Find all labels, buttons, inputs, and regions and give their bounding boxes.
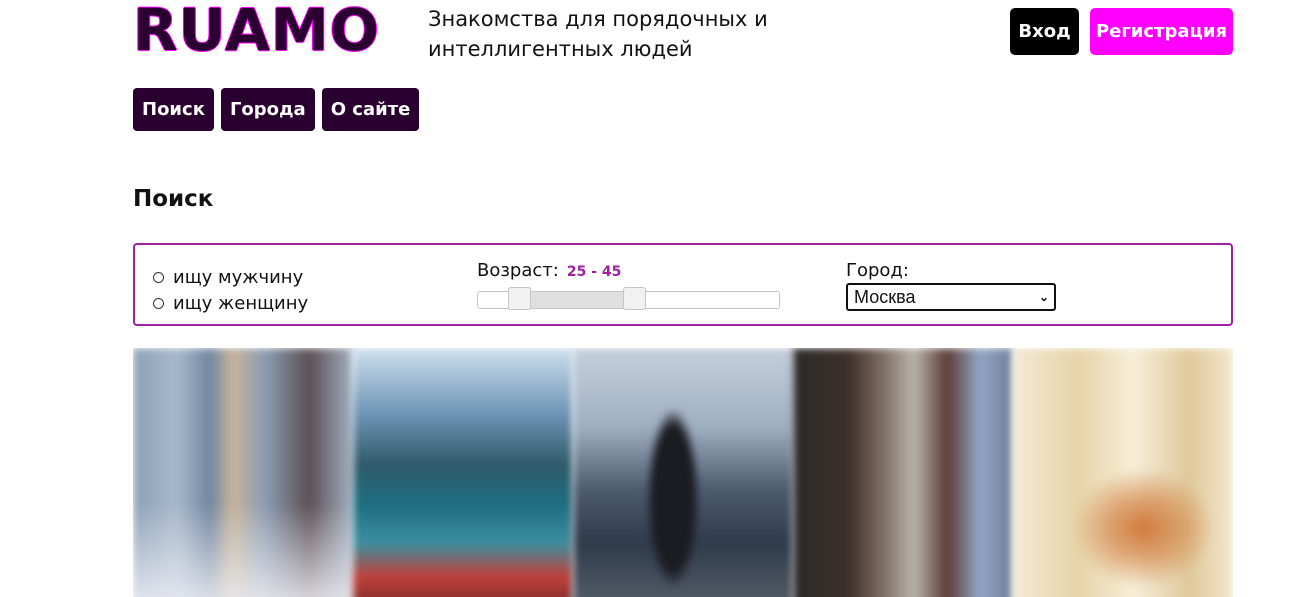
city-label: Город: bbox=[846, 260, 909, 281]
register-button[interactable]: Регистрация bbox=[1090, 8, 1233, 55]
profile-photo-2[interactable] bbox=[353, 348, 573, 597]
age-range-slider[interactable] bbox=[477, 287, 780, 310]
age-label: Возраст: bbox=[477, 260, 559, 281]
gender-options: ищу мужчину ищу женщину bbox=[153, 264, 308, 316]
age-range-value: 25 - 45 bbox=[566, 264, 622, 280]
radio-male[interactable] bbox=[153, 271, 164, 283]
gender-option-label: ищу мужчину bbox=[173, 266, 304, 288]
nav-item-about[interactable]: О сайте bbox=[321, 88, 420, 131]
login-button[interactable]: Вход bbox=[1010, 8, 1079, 55]
city-selected-value: Москва bbox=[854, 286, 916, 307]
profile-photo-5[interactable] bbox=[1013, 348, 1233, 597]
gender-option-female[interactable]: ищу женщину bbox=[153, 290, 308, 316]
nav-item-search[interactable]: Поиск bbox=[133, 88, 214, 131]
city-select[interactable]: Москва ⌄ bbox=[846, 283, 1056, 311]
gender-option-male[interactable]: ищу мужчину bbox=[153, 264, 308, 290]
profile-gallery bbox=[133, 348, 1233, 597]
age-min-handle[interactable] bbox=[508, 287, 531, 310]
profile-photo-1[interactable] bbox=[133, 348, 353, 597]
search-filter-panel: ищу мужчину ищу женщину Возраст: 25 - 45… bbox=[133, 243, 1233, 326]
chevron-down-icon: ⌄ bbox=[1038, 290, 1049, 304]
gender-option-label: ищу женщину bbox=[173, 292, 309, 314]
profile-photo-3[interactable] bbox=[573, 348, 793, 597]
site-tagline: Знакомства для порядочных и интеллигентн… bbox=[428, 7, 768, 61]
page-title: Поиск bbox=[133, 186, 214, 212]
page: RUAMO Знакомства для порядочных и интелл… bbox=[0, 0, 1301, 597]
main-nav: Поиск Города О сайте bbox=[133, 88, 420, 131]
nav-item-cities[interactable]: Города bbox=[220, 88, 315, 131]
age-max-handle[interactable] bbox=[623, 287, 646, 310]
city-filter: Город: Москва ⌄ bbox=[846, 260, 1056, 311]
age-slider-range bbox=[520, 292, 635, 308]
radio-female[interactable] bbox=[153, 297, 164, 309]
age-filter: Возраст: 25 - 45 bbox=[477, 260, 780, 310]
profile-photo-4[interactable] bbox=[793, 348, 1013, 597]
site-logo[interactable]: RUAMO bbox=[133, 0, 380, 60]
